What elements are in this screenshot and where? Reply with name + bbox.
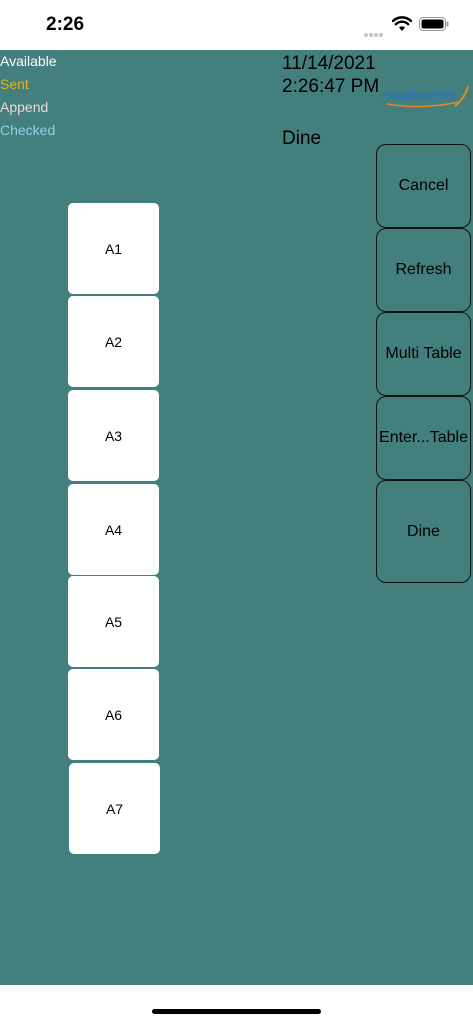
table-a3-button[interactable]: A3 <box>68 390 159 481</box>
legend-checked: Checked <box>0 122 56 138</box>
cancel-button[interactable]: Cancel <box>376 144 471 228</box>
status-bar: 2:26 <box>0 0 473 50</box>
wifi-icon <box>392 16 412 31</box>
screen: 2:26 Available Sent Append Checked 11/14… <box>0 0 473 1024</box>
legend-available: Available <box>0 53 57 69</box>
table-a2-button[interactable]: A2 <box>68 296 159 387</box>
table-a5-button[interactable]: A5 <box>68 576 159 667</box>
status-time: 2:26 <box>46 14 85 35</box>
battery-icon <box>419 17 449 31</box>
home-indicator[interactable] <box>152 1009 321 1014</box>
dine-button[interactable]: Dine <box>376 480 471 583</box>
current-datetime: 11/14/2021 2:26:47 PM <box>282 53 380 97</box>
table-a7-button[interactable]: A7 <box>69 763 160 854</box>
order-mode-label: Dine <box>282 128 322 149</box>
table-a1-button[interactable]: A1 <box>68 203 159 294</box>
logo-text: FoodZone POS <box>382 91 455 102</box>
home-indicator-area <box>0 985 473 1024</box>
cellular-signal-icon <box>364 24 386 37</box>
legend-append: Append <box>0 99 49 115</box>
legend-sent: Sent <box>0 76 29 92</box>
table-map-screen: Available Sent Append Checked 11/14/2021… <box>0 50 473 985</box>
status-legend: Available Sent Append Checked <box>0 50 57 142</box>
enter-table-button[interactable]: Enter...Table <box>376 396 471 480</box>
table-a4-button[interactable]: A4 <box>68 484 159 575</box>
refresh-button[interactable]: Refresh <box>376 228 471 312</box>
multi-table-button[interactable]: Multi Table <box>376 312 471 396</box>
table-a6-button[interactable]: A6 <box>68 669 159 760</box>
pos-logo: FoodZone POS <box>382 85 469 108</box>
